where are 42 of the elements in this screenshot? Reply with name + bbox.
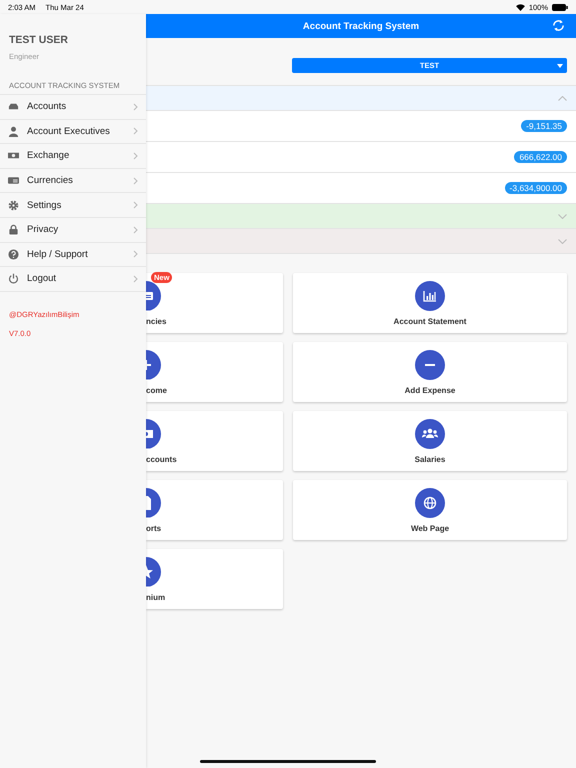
summary-section[interactable] [146,86,576,111]
caret-icon [557,64,563,68]
drive-icon [8,101,19,112]
chevron-icon [133,127,138,136]
wifi-icon [516,4,525,10]
chevron-icon [133,102,138,111]
user-name: TEST USER [8,33,69,46]
menu-tile[interactable]: Salaries [293,411,567,471]
chevron-icon [133,226,138,234]
summary-section[interactable] [146,204,576,229]
chevron-icon [133,274,138,283]
amount-badge: 666,622.00 [514,151,567,163]
currency-icon [8,175,19,186]
amount-badge: -9,151.35 [521,120,567,132]
minus-icon [415,350,445,380]
menu-tile[interactable]: Add Expense [293,342,567,402]
menu-tile[interactable]: come [146,342,283,402]
chevron-icon [133,176,138,185]
money-icon [8,150,19,162]
menu-tile[interactable]: ccounts [146,411,283,471]
menu-tile[interactable]: nium [146,549,283,609]
person-icon [8,126,19,137]
menu-tile[interactable]: Web Page [293,480,567,540]
refresh-icon[interactable] [552,19,565,32]
chevron-icon [133,152,138,160]
chart-icon [415,280,445,310]
chevron-icon [133,201,138,210]
globe-icon [415,488,445,518]
lock-icon [8,224,19,236]
summary-section[interactable] [146,229,576,254]
power-icon [8,273,19,284]
amount-badge: -3,634,900.00 [504,182,567,194]
header-title: Account Tracking System [302,20,420,32]
menu-tile[interactable]: orts [146,480,283,540]
help-icon [8,248,19,260]
menu-item[interactable]: Help / Support [0,242,146,268]
battery-icon [552,4,568,10]
menu-item[interactable]: Logout [0,267,146,292]
chevron-icon [133,250,138,258]
people-icon [415,418,445,448]
menu-tile[interactable]: Account Statement [293,273,567,333]
gear-icon [8,200,19,211]
